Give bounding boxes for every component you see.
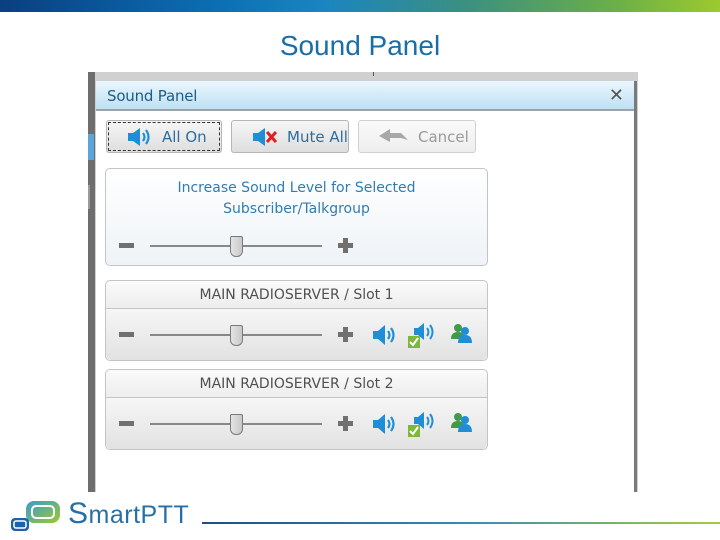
volume-decrease-button[interactable] bbox=[119, 421, 134, 426]
cancel-label: Cancel bbox=[418, 127, 469, 146]
volume-slider-row bbox=[106, 231, 487, 261]
slot-controls bbox=[106, 398, 487, 449]
sound-panel-window: Sound Panel ✕ All On Mute All Cancel Inc… bbox=[96, 81, 637, 492]
volume-increase-button[interactable] bbox=[338, 416, 353, 431]
volume-slider-row bbox=[106, 320, 487, 350]
volume-decrease-button[interactable] bbox=[119, 332, 134, 337]
window-titlebar[interactable]: Sound Panel ✕ bbox=[96, 81, 634, 111]
background-top-mark bbox=[373, 72, 374, 76]
panel-title-line1: Increase Sound Level for Selected bbox=[177, 180, 416, 196]
speaker-icon bbox=[127, 126, 153, 148]
speaker-muted-icon bbox=[252, 126, 278, 148]
speaker-checked-icon[interactable] bbox=[406, 322, 440, 354]
slot-label: MAIN RADIOSERVER / Slot 1 bbox=[106, 281, 487, 309]
brand-rest: martPTT bbox=[88, 501, 190, 529]
selected-subscriber-volume-panel: Increase Sound Level for Selected Subscr… bbox=[105, 168, 488, 266]
volume-increase-button[interactable] bbox=[338, 327, 353, 342]
mute-all-button[interactable]: Mute All bbox=[231, 120, 349, 153]
slot-panel: MAIN RADIOSERVER / Slot 2 bbox=[105, 369, 488, 450]
volume-decrease-button[interactable] bbox=[119, 243, 134, 248]
slot-panel: MAIN RADIOSERVER / Slot 1 bbox=[105, 280, 488, 361]
panel-title: Increase Sound Level for Selected Subscr… bbox=[106, 178, 487, 220]
all-on-button[interactable]: All On bbox=[106, 120, 222, 153]
volume-slider-thumb[interactable] bbox=[230, 325, 243, 346]
close-icon[interactable]: ✕ bbox=[609, 85, 624, 106]
background-tab-indicator bbox=[88, 134, 94, 160]
volume-slider[interactable] bbox=[150, 325, 322, 346]
volume-slider-thumb[interactable] bbox=[230, 236, 243, 257]
cancel-button[interactable]: Cancel bbox=[358, 120, 476, 153]
all-on-label: All On bbox=[162, 127, 207, 146]
smartptt-brand: SmartPTT bbox=[68, 497, 189, 531]
volume-slider[interactable] bbox=[150, 236, 322, 257]
window-title: Sound Panel bbox=[107, 87, 198, 105]
smartptt-logo-icon bbox=[10, 500, 66, 536]
volume-slider-thumb[interactable] bbox=[230, 414, 243, 435]
speaker-icon[interactable] bbox=[372, 322, 398, 352]
mute-all-label: Mute All bbox=[287, 127, 348, 146]
slide-top-gradient-bar bbox=[0, 0, 720, 12]
footer-gradient-line bbox=[202, 522, 720, 524]
undo-arrow-icon bbox=[379, 127, 409, 147]
speaker-icon[interactable] bbox=[372, 411, 398, 441]
volume-slider[interactable] bbox=[150, 414, 322, 435]
brand-initial: S bbox=[68, 497, 89, 530]
slot-label: MAIN RADIOSERVER / Slot 2 bbox=[106, 370, 487, 398]
speaker-checked-icon[interactable] bbox=[406, 411, 440, 443]
background-scroll-mark bbox=[88, 185, 90, 209]
volume-increase-button[interactable] bbox=[338, 238, 353, 253]
volume-slider-row bbox=[106, 409, 487, 439]
users-icon[interactable] bbox=[451, 322, 473, 348]
slot-controls bbox=[106, 309, 487, 360]
panel-title-line2: Subscriber/Talkgroup bbox=[223, 201, 370, 217]
slide-title: Sound Panel bbox=[279, 30, 441, 61]
users-icon[interactable] bbox=[451, 411, 473, 437]
